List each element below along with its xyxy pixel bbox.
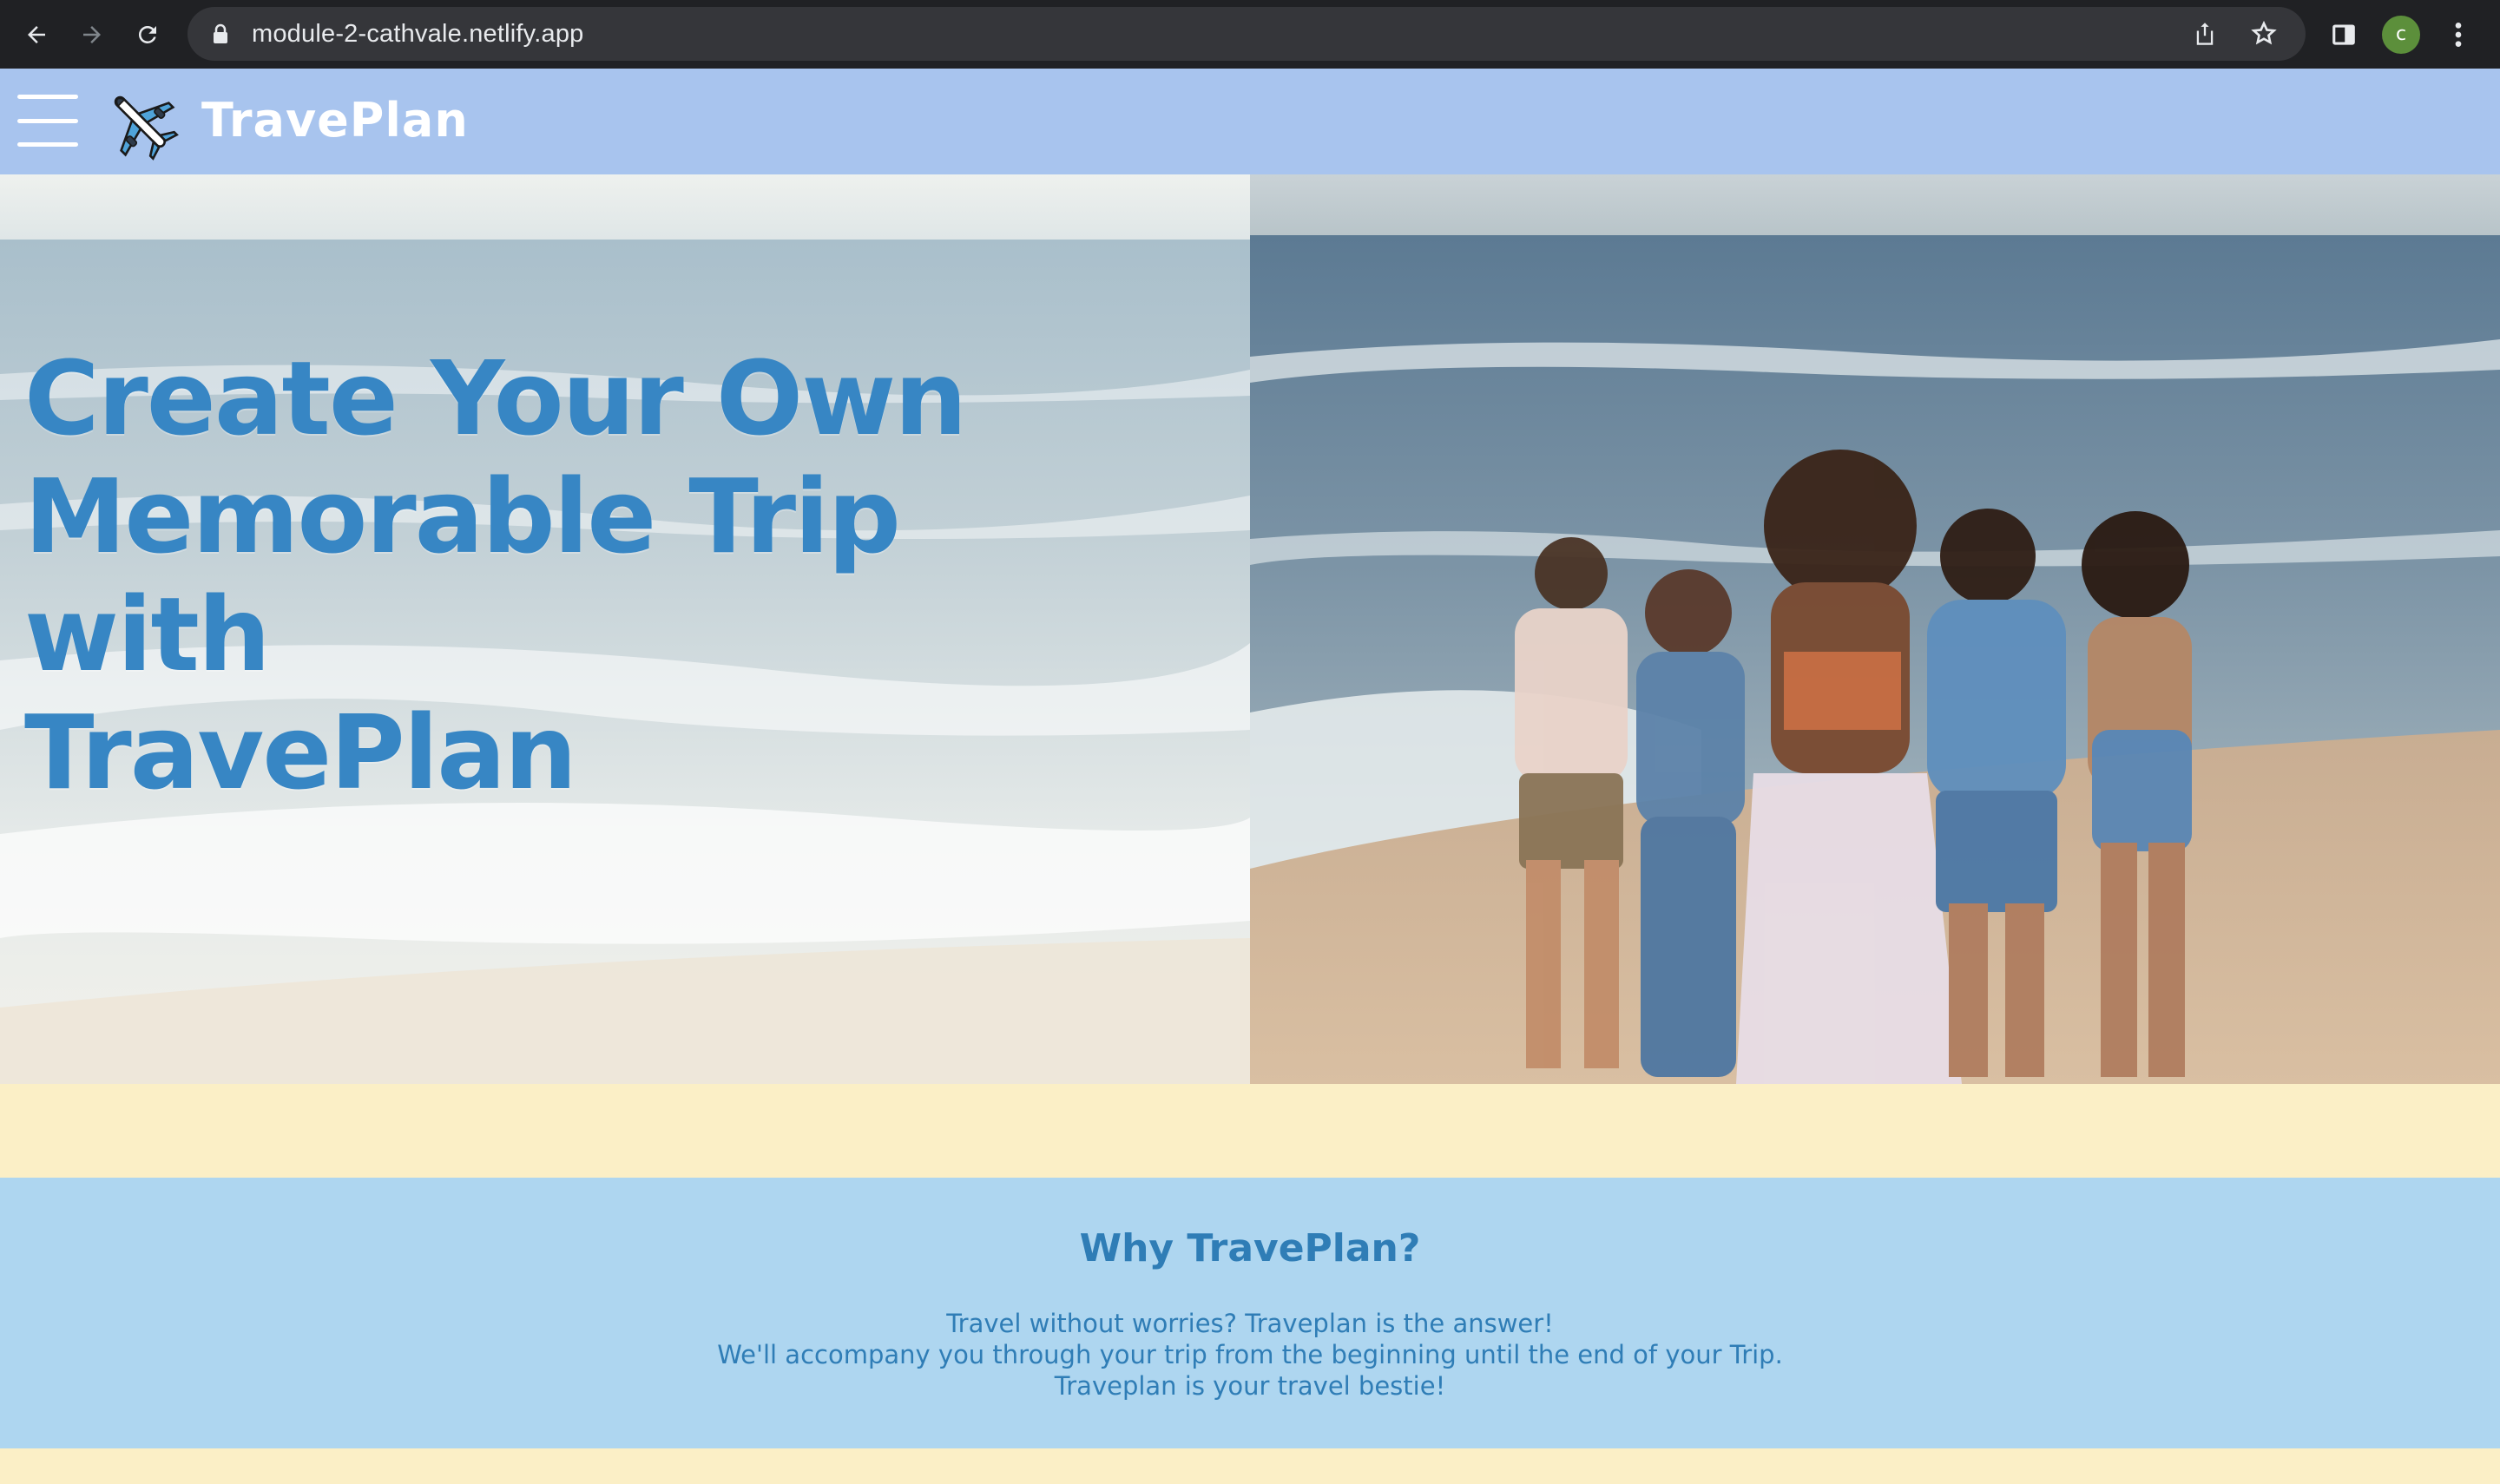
arrow-right-icon (83, 25, 101, 43)
hamburger-line (17, 142, 78, 147)
url-text[interactable]: module-2-cathvale.netlify.app (252, 20, 583, 49)
why-section: Why TravePlan? Travel without worries? T… (0, 1178, 2500, 1448)
back-button[interactable] (9, 7, 64, 62)
hero-title-line: TravePlan (24, 693, 577, 812)
address-bar-actions (2181, 7, 2288, 61)
browser-actions: c (2319, 0, 2483, 69)
browser-toolbar: module-2-cathvale.netlify.app c (0, 0, 2500, 69)
reload-icon (138, 25, 156, 43)
share-icon[interactable] (2181, 10, 2229, 58)
hamburger-line (17, 118, 78, 123)
more-menu-icon[interactable] (2434, 10, 2483, 59)
address-bar[interactable]: module-2-cathvale.netlify.app (188, 7, 2306, 61)
forward-button[interactable] (64, 7, 120, 62)
why-line: Traveplan is your travel bestie! (1054, 1371, 1446, 1401)
why-description: Travel without worries? Traveplan is the… (0, 1308, 2500, 1402)
why-title: Why TravePlan? (1079, 1226, 1421, 1271)
hero-title-line: Memorable Trip with (24, 456, 901, 694)
site-header: TravePlan (0, 69, 2500, 174)
lock-icon (208, 18, 233, 49)
profile-avatar[interactable]: c (2382, 15, 2420, 54)
side-panel-icon[interactable] (2319, 10, 2368, 59)
hero-friends-beach-image (1250, 174, 2500, 1084)
hero-section: Create Your Own Memorable Trip with Trav… (0, 174, 2500, 1084)
hamburger-icon[interactable] (17, 95, 78, 147)
airplane-icon[interactable] (102, 84, 179, 161)
arrow-left-icon (28, 25, 45, 43)
bookmark-star-icon[interactable] (2240, 10, 2288, 58)
hero-title: Create Your Own Memorable Trip with Trav… (24, 339, 1153, 811)
hero-title-line: Create Your Own (24, 338, 967, 458)
spacer-strip (0, 1084, 2500, 1178)
reload-button[interactable] (120, 7, 175, 62)
why-line: Travel without worries? Traveplan is the… (946, 1309, 1554, 1338)
brand-name[interactable]: TravePlan (201, 93, 469, 148)
footer-strip (0, 1448, 2500, 1484)
why-line: We'll accompany you through your trip fr… (717, 1340, 1783, 1369)
hamburger-line (17, 95, 78, 99)
